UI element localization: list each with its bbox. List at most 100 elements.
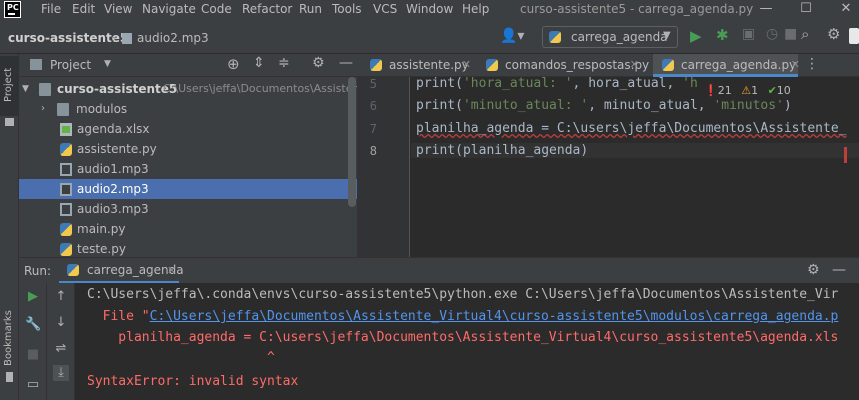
rerun-icon[interactable]: ▶ (25, 289, 41, 305)
chevron-down-icon[interactable]: ▼ (104, 59, 111, 69)
run-console[interactable]: C:\Users\jeffa\.conda\envs\curso-assiste… (75, 283, 859, 400)
run-icon[interactable]: ▶ (690, 27, 702, 45)
tab-carrega-agenda[interactable]: carrega_agenda.py ✕ (653, 54, 800, 77)
expand-all-icon[interactable]: ⇕ (253, 55, 265, 71)
menu-vcs[interactable]: VCS (373, 2, 397, 16)
close-icon[interactable]: ✕ (462, 54, 471, 76)
menu-navigate[interactable]: Navigate (142, 2, 196, 16)
profile-icon[interactable]: ◷ (766, 26, 778, 42)
tree-item-label: modulos (76, 102, 128, 116)
error-stripe-marker[interactable] (844, 147, 847, 163)
breadcrumb-file[interactable]: audio2.mp3 (137, 31, 209, 45)
editor-tab-bar: assistente.py ✕ comandos_respostas.py ✕ … (357, 54, 859, 77)
search-icon[interactable]: ⌕ (801, 25, 809, 43)
line-number: 6 (369, 99, 377, 113)
stop-icon[interactable]: ■ (784, 26, 797, 42)
jetbrains-toolbox-icon[interactable] (849, 28, 859, 44)
menu-code[interactable]: Code (201, 2, 232, 16)
tree-item-audio2[interactable]: audio2.mp3 (19, 179, 357, 199)
collapse-all-icon[interactable]: ≑ (278, 55, 290, 71)
tree-root[interactable]: ▼ curso-assistente5 C:\Users\jeffa\Docum… (19, 79, 357, 99)
tree-item-main-py[interactable]: main.py (19, 219, 357, 239)
code-editor[interactable]: print('hora_atual: ', hora_atual, 'h pri… (411, 77, 859, 257)
menu-view[interactable]: View (104, 2, 132, 16)
close-icon[interactable]: ✕ (630, 54, 639, 76)
console-line: SyntaxError: invalid syntax (87, 374, 299, 389)
menu-window[interactable]: Window (406, 2, 453, 16)
project-panel-title[interactable]: Project (50, 58, 91, 72)
project-tree-scrollbar[interactable] (348, 77, 356, 207)
menu-help[interactable]: Help (462, 2, 489, 16)
close-icon[interactable]: ✕ (167, 264, 176, 277)
tree-item-label: teste.py (77, 242, 126, 256)
arrow-down-icon[interactable]: ↓ (53, 315, 69, 331)
gear-icon[interactable]: ⚙ (827, 25, 840, 43)
tree-item-audio3[interactable]: audio3.mp3 (19, 199, 357, 219)
code-line-5: print('hora_atual: ', hora_atual, 'h (416, 77, 698, 91)
breadcrumb-project[interactable]: curso-assistente5 (8, 31, 128, 45)
audio-file-icon (60, 203, 72, 216)
coverage-icon[interactable]: ▣ (742, 26, 755, 42)
inspection-widget[interactable]: ❗21 ⚠1 ✔10 (700, 82, 795, 100)
warning-icon: ⚠ (741, 84, 752, 97)
menu-edit[interactable]: Edit (72, 2, 95, 16)
string-token: 'minuto_atual: ' (462, 98, 589, 113)
chevron-down-icon: ▼ (663, 30, 671, 41)
chevron-down-icon[interactable]: ▼ (22, 79, 29, 99)
menu-tools[interactable]: Tools (332, 2, 362, 16)
bookmarks-tool-label[interactable]: Bookmarks (3, 310, 14, 366)
code-token: print(planilha_agenda) (416, 143, 589, 158)
gear-icon[interactable]: ⚙ (312, 55, 325, 71)
code-token: print( (416, 98, 463, 113)
close-button[interactable]: ✕ (826, 0, 859, 20)
code-token: , hora_atual, (572, 77, 683, 91)
run-config-selector[interactable]: carrega_agenda ▼ (542, 26, 678, 48)
logo-text: PC (7, 3, 19, 12)
project-panel-header: Project ▼ ⊕ ⇕ ≑ ⚙ — (19, 54, 357, 77)
tree-item-label: assistente.py (77, 142, 157, 156)
debug-icon[interactable]: ✱ (716, 26, 729, 44)
left-tool-strip: Project Bookmarks (0, 54, 19, 400)
scroll-to-end-icon[interactable]: ⤓ (53, 365, 69, 381)
menu-run[interactable]: Run (299, 2, 322, 16)
file-link[interactable]: C:\Users\jeffa\Documentos\Assistente_Vir… (150, 309, 839, 324)
pycharm-logo-icon: PC (4, 1, 21, 18)
tab-assistente[interactable]: assistente.py ✕ (361, 54, 471, 77)
arrow-up-icon[interactable]: ↑ (53, 289, 69, 305)
hide-panel-icon[interactable]: — (832, 262, 846, 278)
weak-warning-count: 10 (776, 84, 791, 97)
menu-file[interactable]: File (41, 2, 61, 16)
bookmark-icon (6, 372, 13, 382)
tab-comandos-respostas[interactable]: comandos_respostas.py ✕ (477, 54, 649, 77)
run-panel-header: Run: carrega_agenda ✕ ⚙ — (19, 257, 859, 284)
tree-item-teste-py[interactable]: teste.py (19, 239, 357, 257)
error-count: 21 (717, 84, 732, 97)
hide-panel-icon[interactable]: — (339, 55, 353, 71)
soft-wrap-icon[interactable]: ⇌ (53, 341, 69, 357)
chevron-right-icon[interactable]: › (41, 99, 45, 119)
run-toolbar: ▶ 🔧 ■ ▭ (19, 283, 47, 400)
locate-icon[interactable]: ⊕ (227, 55, 240, 73)
minimize-button[interactable]: — (746, 0, 786, 20)
menu-refactor[interactable]: Refactor (242, 2, 292, 16)
layout-icon[interactable]: ▭ (25, 377, 41, 393)
tree-item-agenda-xlsx[interactable]: agenda.xlsx (19, 119, 357, 139)
folder-icon (5, 118, 14, 126)
tree-item-assistente-py[interactable]: assistente.py (19, 139, 357, 159)
close-icon[interactable]: ✕ (791, 54, 800, 76)
run-label: Run: (24, 264, 52, 278)
project-tool-tab[interactable]: Project (0, 56, 19, 116)
gear-icon[interactable]: ⚙ (807, 262, 820, 278)
tree-item-label: main.py (77, 222, 126, 236)
project-tool-label: Project (3, 67, 14, 102)
maximize-button[interactable]: ☐ (786, 0, 826, 20)
more-tabs-icon[interactable]: ⋮ (805, 56, 819, 72)
tree-item-audio1[interactable]: audio1.mp3 (19, 159, 357, 179)
string-token: 'minutos' (713, 98, 784, 113)
user-icon[interactable]: 👤▾ (500, 28, 524, 44)
run-tab[interactable]: carrega_agenda ✕ (59, 258, 184, 284)
wrench-icon[interactable]: 🔧 (25, 317, 41, 333)
stop-icon[interactable]: ■ (25, 347, 41, 363)
tree-item-modulos[interactable]: › modulos (19, 99, 357, 119)
folder-icon (57, 103, 69, 116)
